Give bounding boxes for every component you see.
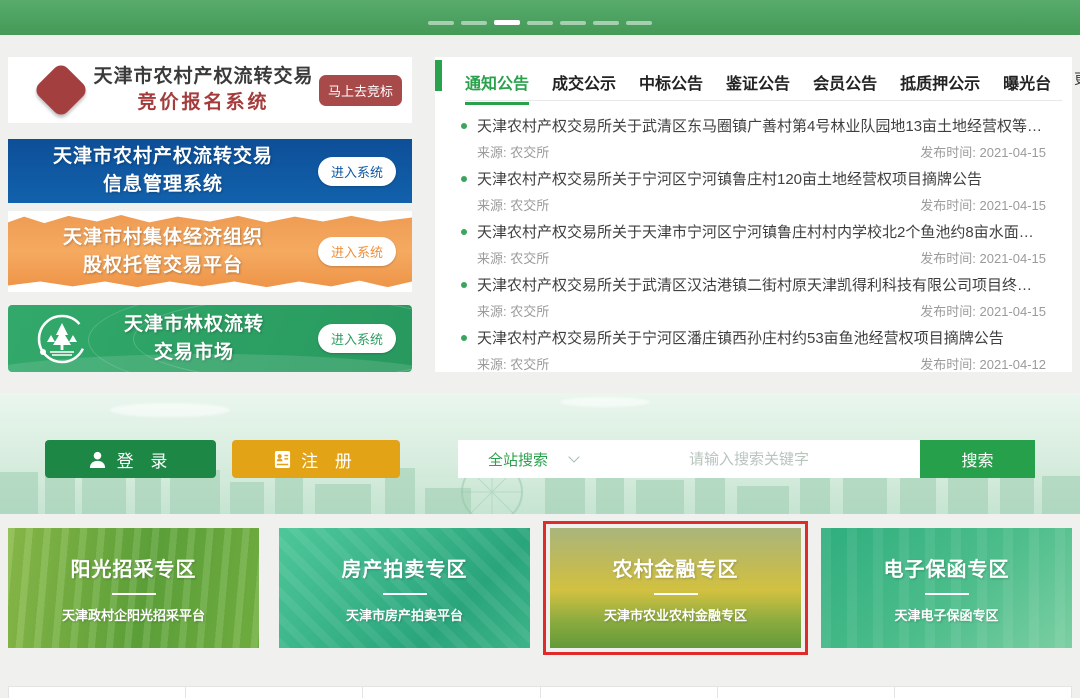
zone-sunshine-procurement[interactable]: 阳光招采专区 天津政村企阳光招采平台 xyxy=(8,528,259,648)
tab-notice-announcements[interactable]: 通知公告 xyxy=(465,62,529,104)
notice-title-link[interactable]: 天津农村产权交易所关于武清区东马圈镇广善村第4号林业队园地13亩土地经营权等4个… xyxy=(477,115,1046,136)
bidding-title-line2: 竞价报名系统 xyxy=(88,90,319,116)
bidding-title-line1: 天津市农村产权流转交易 xyxy=(88,64,319,90)
notice-item: 天津农村产权交易所关于宁河区宁河镇鲁庄村120亩土地经营权项目摘牌公告 来源: … xyxy=(435,160,1072,213)
login-button[interactable]: 登 录 xyxy=(45,440,216,478)
tab-certification[interactable]: 鉴证公告 xyxy=(726,62,790,104)
notice-source: 来源: 农交所 xyxy=(477,248,549,267)
divider xyxy=(654,593,698,595)
bidding-system-card: 天津市农村产权流转交易 竞价报名系统 马上去竞标 xyxy=(8,57,412,123)
notice-date: 发布时间: 2021-04-15 xyxy=(920,195,1046,214)
search-input[interactable] xyxy=(578,451,920,468)
notice-source: 来源: 农交所 xyxy=(477,354,549,373)
tab-winning-bid[interactable]: 中标公告 xyxy=(639,62,703,104)
notice-item: 天津农村产权交易所关于武清区汉沽港镇二街村原天津凯得利科技有限公司项目终结公告 … xyxy=(435,266,1072,319)
tab-member[interactable]: 会员公告 xyxy=(813,62,877,104)
partner-cell[interactable] xyxy=(8,686,186,698)
notice-date: 发布时间: 2021-04-15 xyxy=(920,248,1046,267)
partner-cell[interactable] xyxy=(718,686,895,698)
notice-date: 发布时间: 2021-04-15 xyxy=(920,142,1046,161)
bullet-icon xyxy=(461,176,467,182)
search-scope-select[interactable]: 全站搜索 xyxy=(458,449,578,470)
zone-cards: 阳光招采专区 天津政村企阳光招采平台 房产拍卖专区 天津市房产拍卖平台 农村金融… xyxy=(8,528,1072,648)
tab-deal-publicity[interactable]: 成交公示 xyxy=(552,62,616,104)
bullet-icon xyxy=(461,282,467,288)
bullet-icon xyxy=(461,229,467,235)
forest-rights-banner[interactable]: 天津市林权流转 交易市场 进入系统 xyxy=(8,305,412,372)
bullet-icon xyxy=(461,335,467,341)
partner-cell[interactable] xyxy=(186,686,363,698)
partner-cell[interactable] xyxy=(363,686,540,698)
notice-title-link[interactable]: 天津农村产权交易所关于宁河区宁河镇鲁庄村120亩土地经营权项目摘牌公告 xyxy=(477,168,982,189)
zone-rural-finance[interactable]: 农村金融专区 天津市农业农村金融专区 xyxy=(550,528,801,648)
equity-platform-card[interactable]: 天津市村集体经济组织 股权托管交易平台 进入系统 xyxy=(8,211,412,292)
carousel-dash[interactable] xyxy=(626,21,652,25)
carousel-dash[interactable] xyxy=(461,21,487,25)
cloud-decoration xyxy=(110,403,230,417)
bidding-system-title: 天津市农村产权流转交易 竞价报名系统 xyxy=(88,64,319,115)
forest-trees-icon xyxy=(34,311,90,367)
equity-banner-title: 天津市村集体经济组织 股权托管交易平台 xyxy=(8,224,318,279)
notice-date: 发布时间: 2021-04-12 xyxy=(920,354,1046,373)
equity-enter-system-button[interactable]: 进入系统 xyxy=(318,237,396,266)
zone-property-auction[interactable]: 房产拍卖专区 天津市房产拍卖平台 xyxy=(279,528,530,648)
carousel-dash[interactable] xyxy=(527,21,553,25)
more-link[interactable]: 更多 ▶ xyxy=(1074,69,1080,97)
divider xyxy=(112,593,156,595)
info-management-banner[interactable]: 天津市农村产权流转交易 信息管理系统 进入系统 xyxy=(8,139,412,203)
tab-mortgage[interactable]: 抵质押公示 xyxy=(900,62,980,104)
notice-item: 天津农村产权交易所关于天津市宁河区宁河镇鲁庄村村内学校北2个鱼池约8亩水面经营.… xyxy=(435,213,1072,266)
zone-electronic-guarantee[interactable]: 电子保函专区 天津电子保函专区 xyxy=(821,528,1072,648)
cloud-decoration xyxy=(560,397,650,407)
register-button[interactable]: 注 册 xyxy=(232,440,400,478)
carousel-dash-active[interactable] xyxy=(494,20,520,25)
notice-item: 天津农村产权交易所关于宁河区潘庄镇西孙庄村约53亩鱼池经营权项目摘牌公告 来源:… xyxy=(435,319,1072,372)
carousel-dash[interactable] xyxy=(560,21,586,25)
notice-source: 来源: 农交所 xyxy=(477,301,549,320)
divider xyxy=(925,593,969,595)
partner-cell[interactable] xyxy=(895,686,1072,698)
carousel-dash[interactable] xyxy=(428,21,454,25)
exchange-logo-icon xyxy=(34,63,88,117)
notice-title-link[interactable]: 天津农村产权交易所关于宁河区潘庄镇西孙庄村约53亩鱼池经营权项目摘牌公告 xyxy=(477,327,1004,348)
notice-title-link[interactable]: 天津农村产权交易所关于武清区汉沽港镇二街村原天津凯得利科技有限公司项目终结公告 xyxy=(477,274,1046,295)
partner-cell[interactable] xyxy=(541,686,718,698)
search-bar: 全站搜索 xyxy=(458,440,920,478)
carousel-indicators xyxy=(428,21,652,25)
partner-strip xyxy=(8,686,1072,698)
user-icon xyxy=(88,450,107,469)
search-button[interactable]: 搜索 xyxy=(920,440,1035,478)
info-banner-title: 天津市农村产权流转交易 信息管理系统 xyxy=(8,143,318,198)
carousel-dash[interactable] xyxy=(593,21,619,25)
id-card-icon xyxy=(274,450,291,469)
top-carousel-bar xyxy=(0,0,1080,35)
tab-exposure[interactable]: 曝光台 xyxy=(1003,62,1051,104)
notice-date: 发布时间: 2021-04-15 xyxy=(920,301,1046,320)
info-enter-system-button[interactable]: 进入系统 xyxy=(318,157,396,186)
bullet-icon xyxy=(461,123,467,129)
go-bid-button[interactable]: 马上去竞标 xyxy=(319,75,402,106)
notice-panel: 通知公告 成交公示 中标公告 鉴证公告 会员公告 抵质押公示 曝光台 更多 ▶ … xyxy=(435,57,1072,372)
tab-accent-bar xyxy=(435,60,442,91)
search-band: 登 录 注 册 全站搜索 搜索 xyxy=(0,393,1080,514)
notice-source: 来源: 农交所 xyxy=(477,142,549,161)
notice-item: 天津农村产权交易所关于武清区东马圈镇广善村第4号林业队园地13亩土地经营权等4个… xyxy=(435,107,1072,160)
notice-tab-row: 通知公告 成交公示 中标公告 鉴证公告 会员公告 抵质押公示 曝光台 更多 ▶ xyxy=(465,65,1062,101)
notice-title-link[interactable]: 天津农村产权交易所关于天津市宁河区宁河镇鲁庄村村内学校北2个鱼池约8亩水面经营.… xyxy=(477,221,1046,242)
notice-source: 来源: 农交所 xyxy=(477,195,549,214)
notice-list: 天津农村产权交易所关于武清区东马圈镇广善村第4号林业队园地13亩土地经营权等4个… xyxy=(435,107,1072,372)
divider xyxy=(383,593,427,595)
